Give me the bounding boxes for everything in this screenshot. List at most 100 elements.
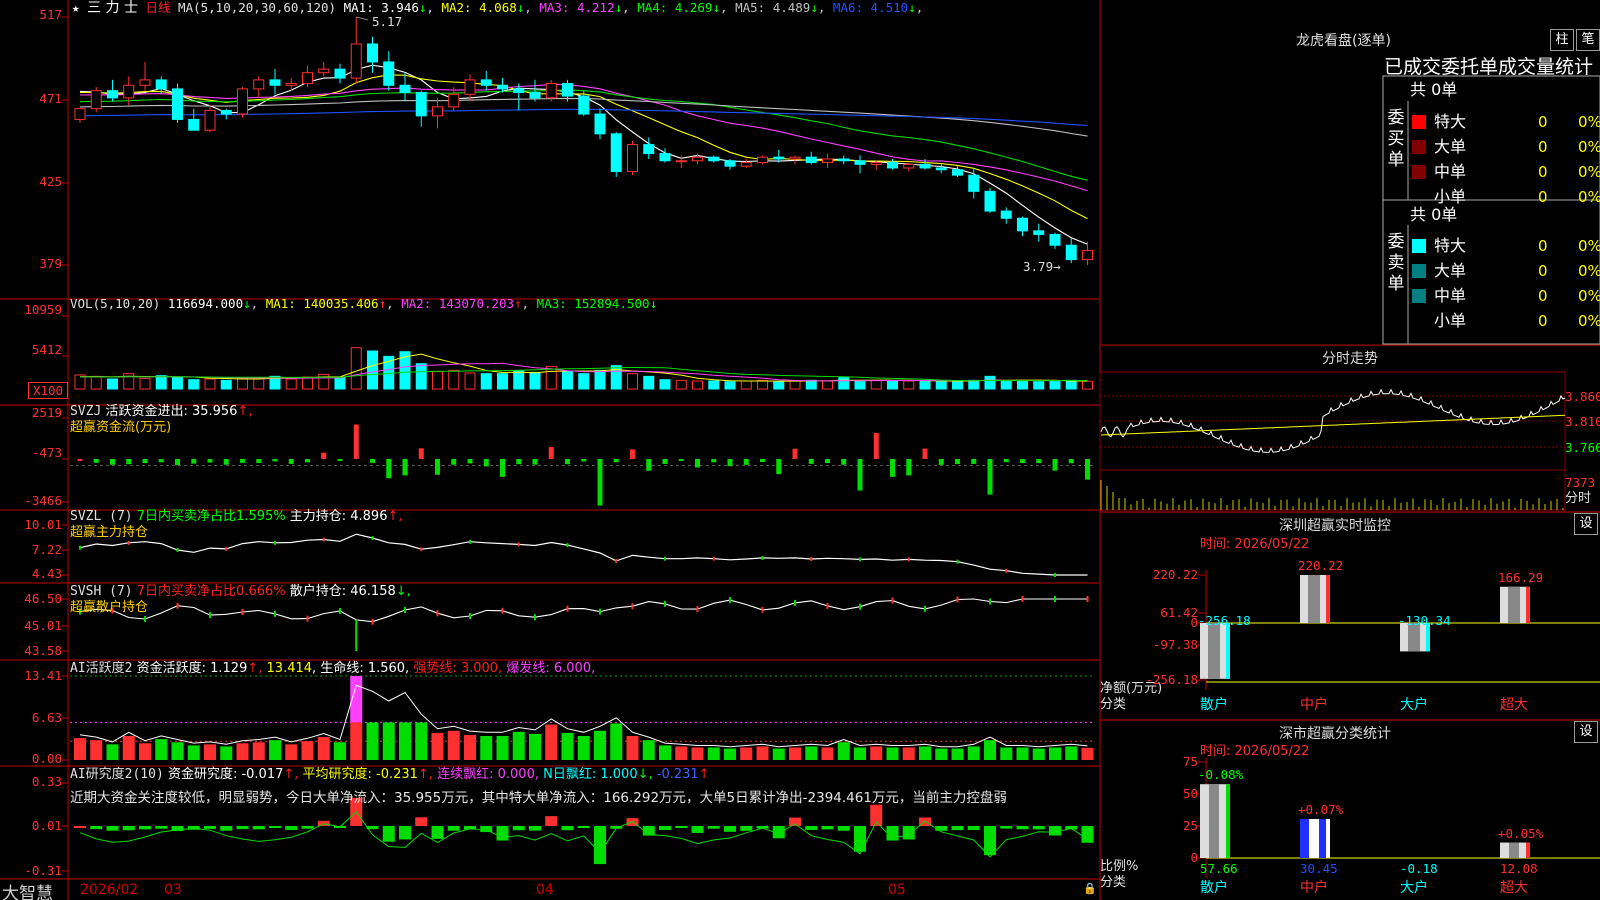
sz-class-category-label: 分类 xyxy=(1100,875,1127,890)
candle-down xyxy=(1017,217,1028,232)
ai-activity-header: AI活跃度2 资金活跃度: 1.129↑, 13.414, 生命线: 1.560… xyxy=(70,661,595,677)
sz-monitor-bar-value: 220.22 xyxy=(1298,558,1344,573)
sz-class-value: 12.08 xyxy=(1500,861,1538,876)
svzj-axis-label: 2519 xyxy=(31,405,62,420)
svzl-axis-label: 10.01 xyxy=(24,517,62,532)
bar-view-button[interactable]: 柱 xyxy=(1550,29,1574,51)
candle-down xyxy=(155,79,167,90)
sz-monitor-bar-edge xyxy=(1326,575,1330,623)
svzj-bar xyxy=(938,459,944,465)
candle-up xyxy=(870,162,882,165)
svzj-bar xyxy=(305,459,310,463)
order-size-label: 特大 xyxy=(1434,236,1467,255)
sz-monitor-bar-value: -130.34 xyxy=(1398,613,1451,628)
brand-label[interactable]: 大智慧 xyxy=(2,879,53,900)
ai-research-bar xyxy=(854,826,866,852)
svsh-tick xyxy=(924,605,926,612)
sz-class-bar-shade xyxy=(1209,784,1219,858)
ai-research-bar xyxy=(691,826,704,833)
ma-arrow: ↓ xyxy=(810,0,818,15)
candle-down xyxy=(984,190,996,212)
candle-down xyxy=(659,153,671,162)
ai-research-bar xyxy=(220,826,233,831)
ai-activity-bar xyxy=(382,722,395,760)
candle-up xyxy=(757,156,768,164)
lock-icon[interactable]: 🔒 xyxy=(1083,881,1097,897)
svzl-tick xyxy=(274,540,276,545)
period-label[interactable]: 日线 xyxy=(146,0,171,15)
candle-up xyxy=(253,79,265,90)
sz-class-settings-button[interactable]: 设 xyxy=(1574,721,1598,743)
candle-up xyxy=(302,72,313,84)
ai-research-bar xyxy=(252,826,265,830)
volume-bar xyxy=(90,375,102,390)
volume-bar xyxy=(1033,381,1045,390)
ai-research-value: 资金研究度: -0.017 xyxy=(167,767,284,782)
candle-down xyxy=(773,156,785,160)
svzj-bar xyxy=(987,459,993,495)
ai-activity-bar xyxy=(74,738,86,760)
ai-life-line: 生命线: 1.560 xyxy=(320,661,406,676)
svzl-tick xyxy=(176,548,179,552)
vol-ma2-arrow: ↑ xyxy=(514,296,522,311)
tick-view-button[interactable]: 笔 xyxy=(1576,29,1600,51)
svsh-tick xyxy=(664,600,666,607)
intraday-price-label: 3.860 xyxy=(1565,389,1600,404)
ai-activity-bar xyxy=(236,743,249,760)
svzl-tick xyxy=(859,557,861,562)
ma-separator: , xyxy=(915,0,924,15)
vol-ma3: MA3: 152894.500 xyxy=(536,296,650,311)
ma-spec[interactable]: MA(5,10,20,30,60,120) xyxy=(178,0,336,15)
ma-separator: , xyxy=(524,0,540,15)
candle-down xyxy=(887,162,898,169)
volume-bar xyxy=(789,380,801,390)
volume-bar xyxy=(188,379,200,390)
svzl-tick xyxy=(517,542,520,547)
svzl-tick xyxy=(761,555,764,560)
ai-activity-bar xyxy=(626,735,639,760)
svzj-bar xyxy=(1020,459,1025,463)
sz-monitor-bar xyxy=(1200,623,1230,679)
ai-activity-bar xyxy=(805,746,818,760)
svzj-bar xyxy=(1052,459,1058,471)
ai-life-sep: , xyxy=(405,661,410,676)
stock-name[interactable]: 三 力 士 xyxy=(87,0,138,16)
svzj-arrow: ↑, xyxy=(237,404,253,419)
ai-research-bar xyxy=(984,826,996,856)
candle-down xyxy=(562,82,573,97)
svzj-bar xyxy=(321,452,327,459)
volume-bar xyxy=(903,380,915,390)
svsh-tick xyxy=(761,606,764,613)
order-size-label: 大单 xyxy=(1434,261,1467,280)
sz-class-value: 30.45 xyxy=(1300,861,1338,876)
ai-nday: N日飘红: 1.000 xyxy=(543,767,638,782)
svzj-bar xyxy=(1068,459,1074,464)
favorite-star-icon[interactable]: ★ xyxy=(72,0,80,15)
svsh-tick xyxy=(176,602,179,609)
candle-down xyxy=(919,163,931,169)
ai-activity-axis-label: 13.41 xyxy=(24,668,62,683)
svsh-header: SVSH (7) 7日内买卖净占比0.666% 散户持仓: 46.158↓, xyxy=(70,584,411,600)
svzl-axis-label: 4.43 xyxy=(31,566,62,581)
ai-research-bar xyxy=(1000,826,1013,829)
sz-class-bar-edge xyxy=(1526,842,1530,858)
ai-research-arrow: ↑, xyxy=(283,767,299,782)
ai-activity-bar xyxy=(902,747,915,760)
ai-activity-bar xyxy=(529,733,541,760)
ai-burst-sep: , xyxy=(591,661,596,676)
chart-canvas[interactable] xyxy=(0,0,1600,900)
svzj-bar xyxy=(240,459,245,463)
candle-down xyxy=(513,88,525,93)
svsh-holding: 散户持仓: 46.158 xyxy=(289,584,396,599)
price-axis-label: 471 xyxy=(39,91,62,106)
svsh-subtitle: 超赢散户持仓 xyxy=(70,600,149,615)
ai-research-bar xyxy=(512,826,525,831)
candle-up xyxy=(123,84,135,99)
sz-class-category: 超大 xyxy=(1500,880,1528,896)
ai-activity-bar xyxy=(317,737,330,760)
sz-monitor-settings-button[interactable]: 设 xyxy=(1574,513,1598,535)
candle-up xyxy=(675,160,687,163)
ai-research-bar xyxy=(1049,826,1061,836)
ai-research-bar xyxy=(1016,826,1029,830)
volume-bar xyxy=(139,377,151,390)
